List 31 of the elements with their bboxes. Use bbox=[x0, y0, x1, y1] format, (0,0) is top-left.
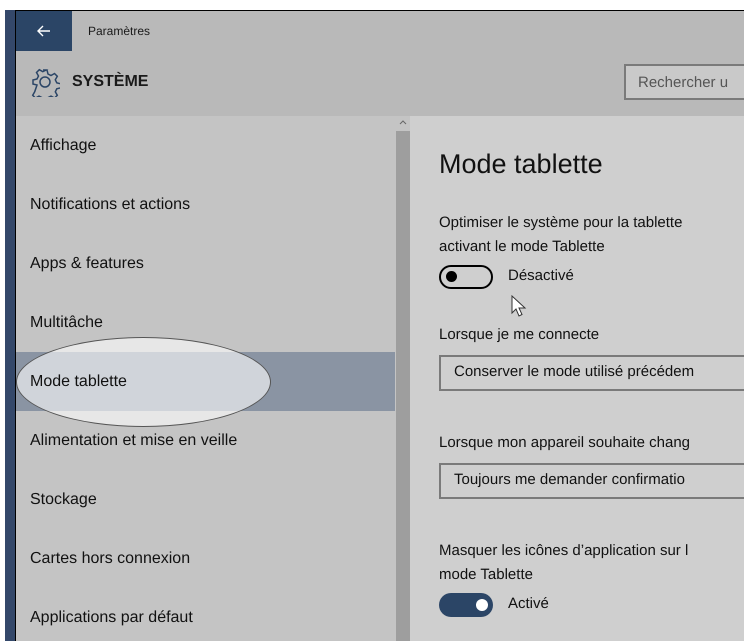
toggle-state: Désactivé bbox=[508, 266, 574, 286]
cursor-icon bbox=[511, 295, 527, 317]
toggle-state: Activé bbox=[508, 594, 549, 614]
dropdown[interactable]: Conserver le mode utilisé précédem bbox=[439, 354, 744, 390]
dropdown[interactable]: Toujours me demander confirmatio bbox=[439, 462, 744, 498]
sidebar-item[interactable]: Alimentation et mise en veille bbox=[16, 411, 395, 470]
toggle-switch[interactable] bbox=[439, 264, 493, 288]
page-heading: Mode tablette bbox=[439, 148, 604, 181]
window-title: Paramètres bbox=[88, 23, 150, 40]
scrollbar-thumb[interactable] bbox=[396, 131, 410, 641]
gear-icon bbox=[30, 67, 60, 97]
sidebar-item[interactable]: Stockage bbox=[16, 470, 395, 529]
sidebar-item[interactable]: Mode tablette bbox=[16, 352, 395, 411]
sidebar-item[interactable]: Notifications et actions bbox=[16, 175, 395, 234]
setting-label: activant le mode Tablette bbox=[439, 236, 606, 256]
setting-label: Masquer les icônes d’application sur l bbox=[439, 540, 690, 560]
search-field[interactable]: Rechercher u bbox=[624, 64, 744, 100]
section-title: SYSTÈME bbox=[72, 70, 148, 92]
toggle-switch[interactable] bbox=[439, 592, 493, 616]
sidebar-item[interactable]: Multitâche bbox=[16, 293, 395, 352]
back-arrow-icon bbox=[37, 25, 51, 37]
setting-label: mode Tablette bbox=[439, 564, 534, 584]
sidebar-item[interactable]: Apps & features bbox=[16, 234, 395, 293]
back-button[interactable] bbox=[16, 11, 72, 51]
sidebar-item[interactable]: Affichage bbox=[16, 116, 395, 175]
sidebar-item[interactable]: Applications par défaut bbox=[16, 588, 395, 641]
scroll-up-icon[interactable] bbox=[398, 120, 406, 125]
setting-label: Lorsque mon appareil souhaite chang bbox=[439, 432, 692, 452]
setting-label: Optimiser le système pour la tablette bbox=[439, 212, 684, 232]
sidebar-item[interactable]: Cartes hors connexion bbox=[16, 529, 395, 588]
setting-label: Lorsque je me connecte bbox=[439, 324, 600, 344]
